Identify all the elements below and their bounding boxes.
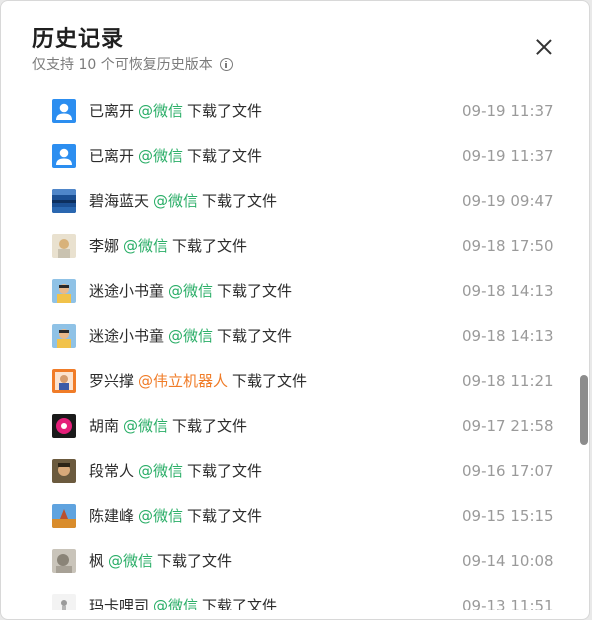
action-text: 下载了文件 (217, 282, 293, 300)
source-link[interactable]: @微信 (123, 237, 168, 255)
timestamp: 09-19 11:37 (462, 101, 554, 120)
history-row[interactable]: 玛卡哩司 @微信 下载了文件 09-13 11:51 (1, 583, 576, 610)
action-text: 下载了文件 (187, 462, 263, 480)
history-description: 李娜 @微信 下载了文件 (89, 235, 247, 256)
default-user-icon (52, 98, 76, 123)
source-link[interactable]: @微信 (168, 282, 213, 300)
user-name: 迷途小书童 (89, 282, 165, 300)
scrollbar-thumb[interactable] (580, 375, 588, 445)
action-text: 下载了文件 (202, 192, 278, 210)
action-text: 下载了文件 (217, 327, 293, 345)
action-text: 下载了文件 (187, 147, 263, 165)
history-description: 罗兴撑 @伟立机器人 下载了文件 (89, 370, 307, 391)
timestamp: 09-15 15:15 (462, 506, 554, 525)
history-description: 胡南 @微信 下载了文件 (89, 415, 247, 436)
history-description: 已离开 @微信 下载了文件 (89, 100, 262, 121)
photo-avatar (52, 368, 76, 393)
user-name: 枫 (89, 552, 105, 570)
action-text: 下载了文件 (202, 597, 278, 610)
dialog-subtitle: 仅支持 10 个可恢复历史版本 (32, 54, 233, 74)
default-user-icon (52, 143, 76, 168)
action-text: 下载了文件 (157, 552, 233, 570)
source-link[interactable]: @微信 (153, 192, 198, 210)
source-link[interactable]: @微信 (108, 552, 153, 570)
history-description: 陈建峰 @微信 下载了文件 (89, 505, 262, 526)
history-row[interactable]: 枫 @微信 下载了文件 09-14 10:08 (1, 538, 576, 583)
subtitle-text: 仅支持 10 个可恢复历史版本 (32, 57, 213, 73)
history-row[interactable]: 罗兴撑 @伟立机器人 下载了文件 09-18 11:21 (1, 358, 576, 403)
photo-avatar (52, 503, 76, 528)
history-description: 迷途小书童 @微信 下载了文件 (89, 280, 292, 301)
user-name: 李娜 (89, 237, 120, 255)
source-link[interactable]: @微信 (138, 102, 183, 120)
user-name: 胡南 (89, 417, 120, 435)
photo-avatar (52, 278, 76, 303)
history-row[interactable]: 迷途小书童 @微信 下载了文件 09-18 14:13 (1, 268, 576, 313)
action-text: 下载了文件 (232, 372, 308, 390)
history-description: 已离开 @微信 下载了文件 (89, 145, 262, 166)
source-link[interactable]: @微信 (123, 417, 168, 435)
user-name: 陈建峰 (89, 507, 135, 525)
history-description: 碧海蓝天 @微信 下载了文件 (89, 190, 277, 211)
photo-avatar (52, 458, 76, 483)
action-text: 下载了文件 (172, 237, 248, 255)
history-description: 迷途小书童 @微信 下载了文件 (89, 325, 292, 346)
history-row[interactable]: 迷途小书童 @微信 下载了文件 09-18 14:13 (1, 313, 576, 358)
timestamp: 09-18 14:13 (462, 326, 554, 345)
user-name: 段常人 (89, 462, 135, 480)
source-link[interactable]: @微信 (138, 507, 183, 525)
user-name: 已离开 (89, 102, 135, 120)
photo-avatar (52, 233, 76, 258)
timestamp: 09-13 11:51 (462, 596, 554, 611)
source-link[interactable]: @伟立机器人 (138, 372, 228, 390)
scrollbar-track[interactable] (578, 88, 589, 610)
history-description: 枫 @微信 下载了文件 (89, 550, 232, 571)
history-description: 段常人 @微信 下载了文件 (89, 460, 262, 481)
history-dialog: 历史记录 仅支持 10 个可恢复历史版本 已离开 @微信 下载了文件 09-19 1… (0, 0, 590, 620)
action-text: 下载了文件 (187, 102, 263, 120)
history-row[interactable]: 李娜 @微信 下载了文件 09-18 17:50 (1, 223, 576, 268)
photo-avatar (52, 593, 76, 610)
timestamp: 09-18 17:50 (462, 236, 554, 255)
history-description: 玛卡哩司 @微信 下载了文件 (89, 595, 277, 610)
photo-avatar (52, 548, 76, 573)
photo-avatar (52, 413, 76, 438)
user-name: 已离开 (89, 147, 135, 165)
source-link[interactable]: @微信 (138, 462, 183, 480)
user-name: 玛卡哩司 (89, 597, 150, 610)
history-list[interactable]: 已离开 @微信 下载了文件 09-19 11:37 已离开 @微信 下载了文件 09-1… (1, 88, 576, 610)
dialog-title: 历史记录 (32, 27, 125, 52)
timestamp: 09-18 14:13 (462, 281, 554, 300)
timestamp: 09-16 17:07 (462, 461, 554, 480)
history-row[interactable]: 已离开 @微信 下载了文件 09-19 11:37 (1, 88, 576, 133)
user-name: 迷途小书童 (89, 327, 165, 345)
timestamp: 09-17 21:58 (462, 416, 554, 435)
action-text: 下载了文件 (187, 507, 263, 525)
history-row[interactable]: 碧海蓝天 @微信 下载了文件 09-19 09:47 (1, 178, 576, 223)
action-text: 下载了文件 (172, 417, 248, 435)
user-name: 碧海蓝天 (89, 192, 150, 210)
history-row[interactable]: 胡南 @微信 下载了文件 09-17 21:58 (1, 403, 576, 448)
timestamp: 09-14 10:08 (462, 551, 554, 570)
timestamp: 09-19 11:37 (462, 146, 554, 165)
source-link[interactable]: @微信 (168, 327, 213, 345)
timestamp: 09-18 11:21 (462, 371, 554, 390)
info-icon[interactable] (219, 57, 233, 71)
close-icon[interactable] (532, 35, 556, 59)
history-row[interactable]: 陈建峰 @微信 下载了文件 09-15 15:15 (1, 493, 576, 538)
photo-avatar (52, 323, 76, 348)
source-link[interactable]: @微信 (138, 147, 183, 165)
history-row[interactable]: 已离开 @微信 下载了文件 09-19 11:37 (1, 133, 576, 178)
source-link[interactable]: @微信 (153, 597, 198, 610)
photo-avatar (52, 188, 76, 213)
history-row[interactable]: 段常人 @微信 下载了文件 09-16 17:07 (1, 448, 576, 493)
timestamp: 09-19 09:47 (462, 191, 554, 210)
user-name: 罗兴撑 (89, 372, 135, 390)
